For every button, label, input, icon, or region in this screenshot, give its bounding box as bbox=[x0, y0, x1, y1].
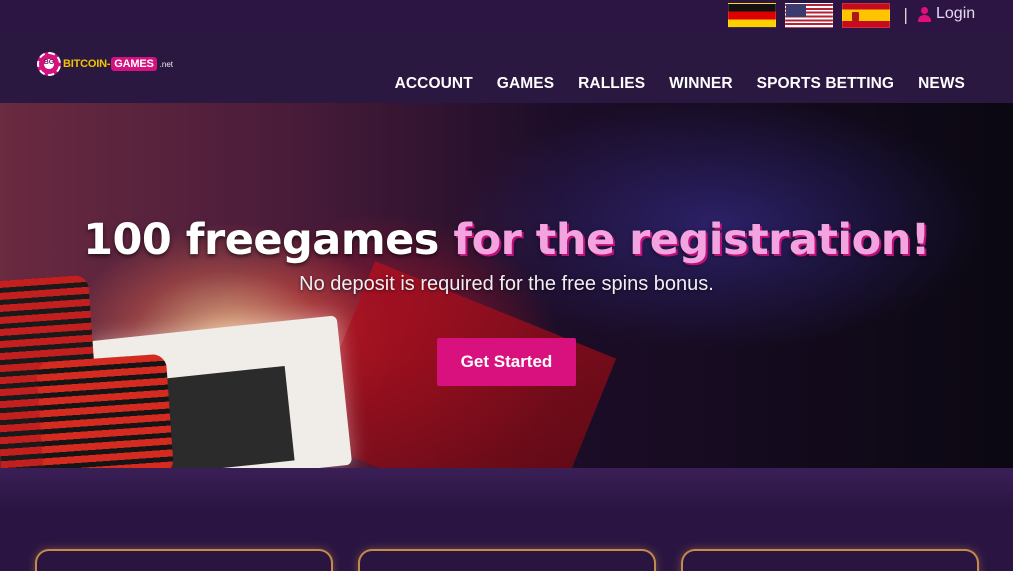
logo-suffix: .net bbox=[159, 59, 173, 69]
site-logo[interactable]: BG BITCOIN- GAMES .net bbox=[37, 52, 173, 76]
casino-chips-image-2 bbox=[35, 353, 175, 468]
get-started-button[interactable]: Get Started bbox=[437, 338, 576, 386]
flag-es-icon[interactable] bbox=[842, 3, 890, 28]
feature-card[interactable] bbox=[37, 551, 331, 571]
nav-menu: ACCOUNT GAMES RALLIES WINNER SPORTS BETT… bbox=[395, 75, 965, 93]
features-section bbox=[0, 468, 1013, 571]
login-label: Login bbox=[936, 5, 976, 22]
hero-banner: 100 freegames for the registration! No d… bbox=[0, 103, 1013, 468]
feature-card[interactable] bbox=[360, 551, 654, 571]
nav-item-sports-betting[interactable]: SPORTS BETTING bbox=[757, 75, 894, 93]
logo-text: BITCOIN- GAMES bbox=[63, 57, 157, 71]
separator: | bbox=[903, 5, 909, 24]
hero-subtitle: No deposit is required for the free spin… bbox=[299, 273, 714, 295]
login-link[interactable]: Login bbox=[918, 5, 975, 23]
flag-us-icon[interactable] bbox=[785, 3, 833, 28]
casino-chip-icon: BG bbox=[37, 52, 61, 76]
nav-item-news[interactable]: NEWS bbox=[918, 75, 965, 93]
nav-item-winner[interactable]: WINNER bbox=[669, 75, 732, 93]
user-icon bbox=[918, 6, 931, 22]
flag-de-icon[interactable] bbox=[728, 3, 776, 28]
nav-item-rallies[interactable]: RALLIES bbox=[578, 75, 645, 93]
feature-card[interactable] bbox=[683, 551, 977, 571]
hero-title-highlight: for the registration! bbox=[453, 215, 930, 265]
top-bar: | Login bbox=[0, 0, 1013, 34]
language-selector bbox=[728, 3, 890, 28]
main-navbar: BG BITCOIN- GAMES .net ACCOUNT GAMES RALL… bbox=[0, 34, 1013, 103]
nav-item-games[interactable]: GAMES bbox=[497, 75, 554, 93]
hero-title-main: 100 freegames bbox=[83, 215, 454, 265]
hero-title: 100 freegames for the registration! bbox=[0, 215, 1013, 265]
nav-item-account[interactable]: ACCOUNT bbox=[395, 75, 473, 93]
